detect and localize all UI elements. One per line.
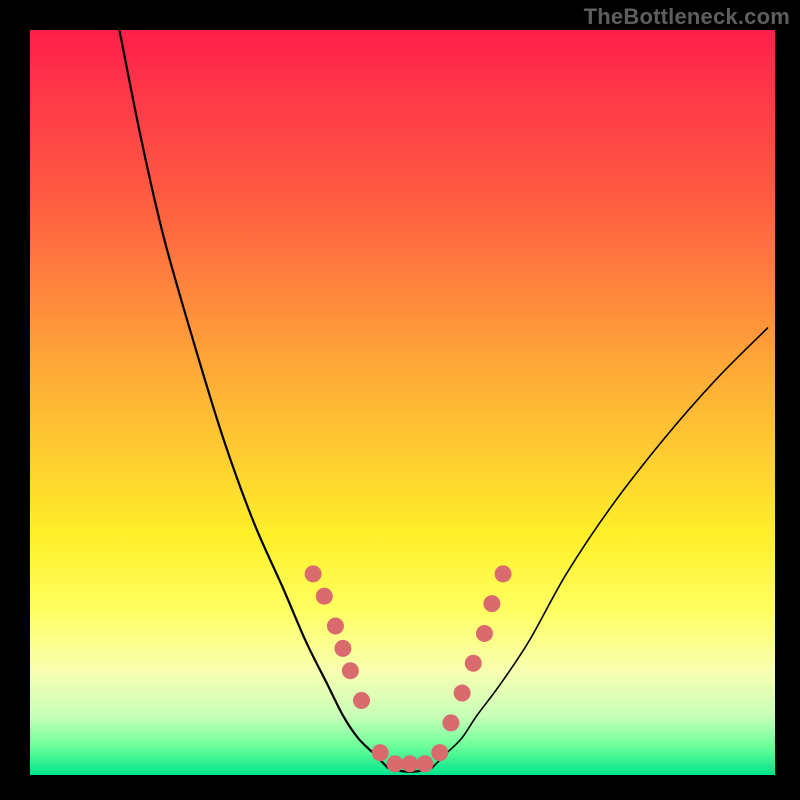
sample-marker xyxy=(353,692,370,709)
sample-marker xyxy=(476,625,493,642)
sample-marker xyxy=(454,685,471,702)
sample-marker xyxy=(327,618,344,635)
sample-marker xyxy=(342,662,359,679)
curve-layer xyxy=(30,30,775,775)
sample-marker xyxy=(316,588,333,605)
sample-marker xyxy=(483,595,500,612)
sample-marker xyxy=(431,744,448,761)
sample-marker xyxy=(465,655,482,672)
curve-left-branch xyxy=(119,30,387,768)
chart-frame: TheBottleneck.com xyxy=(0,0,800,800)
plot-area xyxy=(30,30,775,775)
sample-marker xyxy=(334,640,351,657)
sample-marker xyxy=(416,755,433,772)
sample-marker xyxy=(401,755,418,772)
sample-markers xyxy=(305,565,512,772)
watermark-text: TheBottleneck.com xyxy=(584,4,790,30)
sample-marker xyxy=(495,565,512,582)
sample-marker xyxy=(442,714,459,731)
sample-marker xyxy=(305,565,322,582)
sample-marker xyxy=(387,755,404,772)
curve-right-branch xyxy=(432,328,767,768)
sample-marker xyxy=(372,744,389,761)
